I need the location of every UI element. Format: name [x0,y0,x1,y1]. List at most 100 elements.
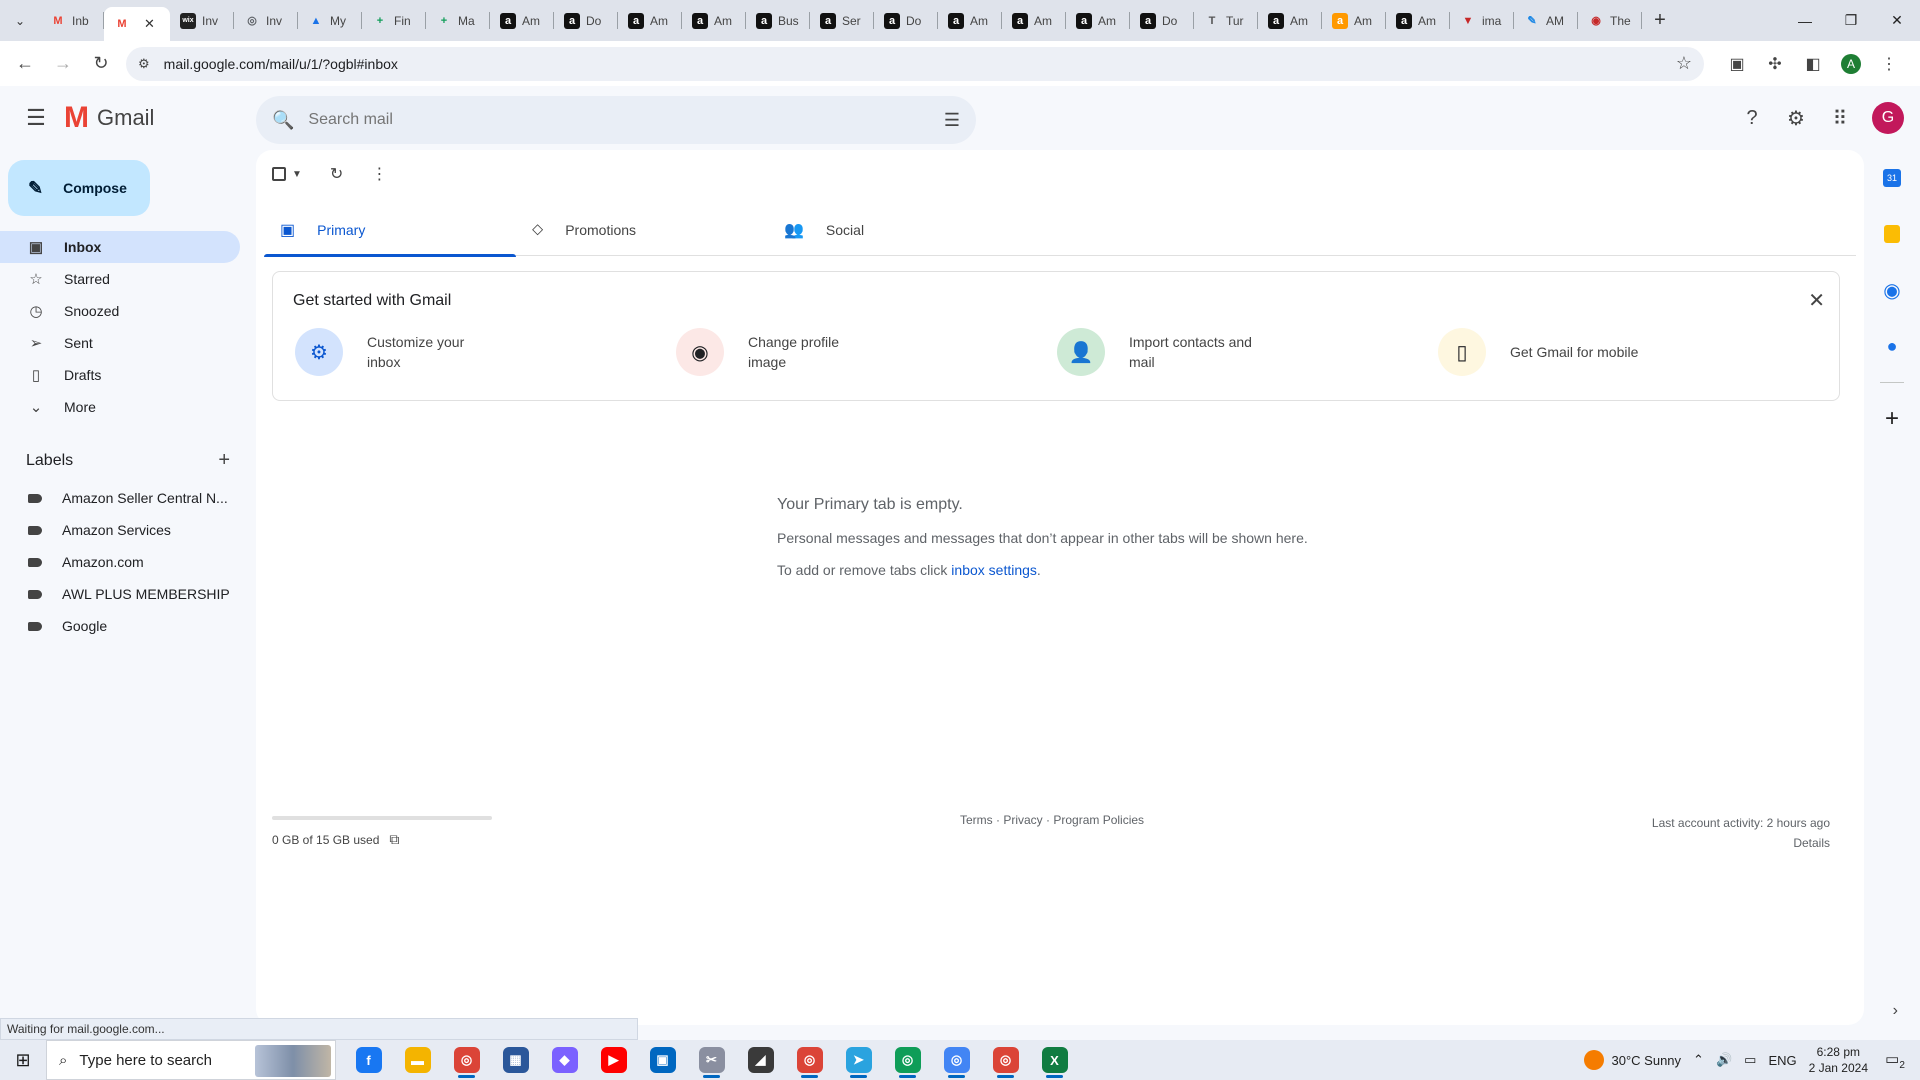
gmail-logo[interactable]: M Gmail [64,103,154,133]
site-info-icon[interactable]: ⚙ [138,56,150,72]
search-icon[interactable]: 🔍 [272,110,294,131]
browser-tab[interactable]: + Fin [362,0,426,41]
nav-item-inbox[interactable]: ▣ Inbox [0,231,240,263]
taskbar-app[interactable]: X [1030,1040,1079,1080]
taskbar-app[interactable]: f [344,1040,393,1080]
expand-side-panel-icon[interactable]: › [1893,1002,1898,1020]
nav-item-starred[interactable]: ☆ Starred [0,263,240,295]
browser-tab[interactable]: a Am [938,0,1002,41]
extension-off-icon[interactable]: ▣ [1720,47,1754,81]
browser-tab[interactable]: ▼ ima [1450,0,1514,41]
compose-button[interactable]: ✎ Compose [8,160,150,216]
browser-tab[interactable]: ▲ My [298,0,362,41]
browser-tab[interactable]: a Do [1130,0,1194,41]
taskbar-app[interactable]: ◢ [736,1040,785,1080]
details-link[interactable]: Details [1652,833,1830,853]
label-item[interactable]: Google [0,610,240,642]
browser-tab[interactable]: a Am [1002,0,1066,41]
taskbar-app[interactable]: ◆ [540,1040,589,1080]
tab-search-button[interactable]: ⌄ [0,0,40,41]
browser-tab[interactable]: + Ma [426,0,490,41]
account-avatar[interactable]: G [1872,102,1904,134]
search-input[interactable] [308,111,944,129]
browser-tab[interactable]: a Do [554,0,618,41]
add-label-icon[interactable]: + [218,449,230,472]
browser-tab[interactable]: ✎ AM [1514,0,1578,41]
language-indicator[interactable]: ENG [1768,1053,1796,1068]
weather-widget[interactable]: 30°C Sunny [1583,1050,1681,1070]
label-item[interactable]: Amazon.com [0,546,240,578]
contacts-icon[interactable]: ● [1864,318,1920,374]
browser-tab[interactable]: ◉ The [1578,0,1642,41]
browser-tab[interactable]: M Inb [40,0,104,41]
taskbar-app[interactable]: ➤ [834,1040,883,1080]
restore-button[interactable]: ❐ [1828,0,1874,41]
taskbar-app[interactable]: ◎ [442,1040,491,1080]
browser-tab[interactable]: wix Inv [170,0,234,41]
browser-tab[interactable]: a Do [874,0,938,41]
reload-button[interactable]: ↻ [84,47,118,81]
calendar-icon[interactable]: 31 [1864,150,1920,206]
apps-grid-icon[interactable]: ⠿ [1820,98,1860,138]
browser-tab[interactable]: a Am [682,0,746,41]
close-icon[interactable]: ✕ [1808,288,1825,313]
taskbar-search-box[interactable]: ⌕ Type here to search [46,1040,336,1080]
volume-icon[interactable]: 🔊 [1716,1052,1732,1068]
main-menu-icon[interactable]: ☰ [16,98,56,138]
forward-button[interactable]: → [46,47,80,81]
search-options-icon[interactable]: ☰ [944,110,960,131]
select-all-checkbox[interactable]: ▼ [272,167,302,181]
address-bar[interactable]: ⚙ mail.google.com/mail/u/1/?ogbl#inbox ☆ [126,46,1704,81]
taskbar-app[interactable]: ✂ [687,1040,736,1080]
new-tab-button[interactable]: + [1642,0,1678,41]
nav-item-drafts[interactable]: ▯ Drafts [0,359,240,391]
open-external-icon[interactable]: ⧉ [389,831,399,848]
browser-tab[interactable]: M ✕ [104,7,170,41]
profile-button[interactable]: A [1834,47,1868,81]
nav-item-snoozed[interactable]: ◷ Snoozed [0,295,240,327]
get-started-item[interactable]: ◉ Change profile image [676,328,1057,376]
privacy-link[interactable]: Privacy [1003,813,1042,827]
close-tab-icon[interactable]: ✕ [144,16,155,32]
search-bar[interactable]: 🔍 ☰ [256,96,976,144]
tab-primary[interactable]: ▣ Primary [264,204,516,257]
browser-tab[interactable]: a Am [1066,0,1130,41]
browser-tab[interactable]: a Bus [746,0,810,41]
nav-item-more[interactable]: ⌄ More [0,391,240,423]
close-window-button[interactable]: ✕ [1874,0,1920,41]
windows-start-icon[interactable]: ⊞ [0,1040,46,1080]
browser-tab[interactable]: a Am [1386,0,1450,41]
keep-icon[interactable] [1864,206,1920,262]
nav-item-sent[interactable]: ➢ Sent [0,327,240,359]
inbox-settings-link[interactable]: inbox settings [951,562,1037,578]
notification-center-icon[interactable]: ▭2 [1880,1050,1910,1071]
browser-tab[interactable]: ◎ Inv [234,0,298,41]
tasks-icon[interactable]: ◉ [1864,262,1920,318]
bookmark-star-icon[interactable]: ☆ [1676,53,1692,74]
tab-promotions[interactable]: ⬦ Promotions [516,204,768,256]
get-started-item[interactable]: ▯ Get Gmail for mobile [1438,328,1819,376]
browser-tab[interactable]: a Am [490,0,554,41]
refresh-icon[interactable]: ↻ [330,164,343,184]
extensions-puzzle-icon[interactable]: ✣ [1758,47,1792,81]
browser-tab[interactable]: a Am [618,0,682,41]
show-hidden-icons-icon[interactable]: ⌃ [1693,1052,1704,1068]
taskbar-app[interactable]: ◎ [785,1040,834,1080]
url-text[interactable]: mail.google.com/mail/u/1/?ogbl#inbox [164,56,1676,72]
taskbar-app[interactable]: ▬ [393,1040,442,1080]
taskbar-app[interactable]: ◎ [883,1040,932,1080]
taskbar-app[interactable]: ▦ [491,1040,540,1080]
tab-social[interactable]: 👥 Social [768,204,1020,256]
clock[interactable]: 6:28 pm 2 Jan 2024 [1809,1044,1868,1076]
network-icon[interactable]: ▭ [1744,1052,1756,1068]
back-button[interactable]: ← [8,47,42,81]
browser-tab[interactable]: T Tur [1194,0,1258,41]
get-started-item[interactable]: 👤 Import contacts and mail [1057,328,1438,376]
label-item[interactable]: Amazon Seller Central N... [0,482,240,514]
minimize-button[interactable]: — [1782,0,1828,41]
program-policies-link[interactable]: Program Policies [1053,813,1144,827]
browser-menu-icon[interactable]: ⋮ [1872,47,1906,81]
side-panel-icon[interactable]: ◧ [1796,47,1830,81]
taskbar-app[interactable]: ▣ [638,1040,687,1080]
taskbar-app[interactable]: ◎ [932,1040,981,1080]
